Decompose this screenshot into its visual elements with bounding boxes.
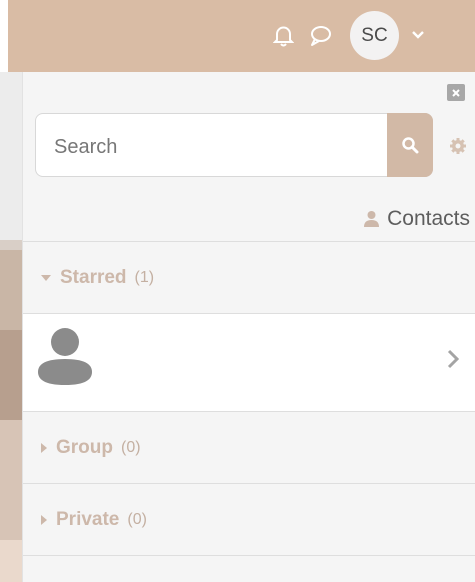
chevron-down-icon (412, 31, 424, 39)
section-group-count: (0) (121, 439, 141, 456)
contacts-label: Contacts (387, 207, 470, 230)
caret-right-icon (41, 443, 47, 453)
search-button[interactable] (387, 113, 433, 177)
section-group-toggle[interactable]: Group (0) (40, 436, 141, 460)
caret-right-icon (41, 515, 47, 525)
messages-button[interactable] (304, 19, 338, 53)
settings-button[interactable] (446, 134, 470, 158)
section-group-label: Group (56, 437, 113, 458)
open-conversation-button[interactable] (443, 345, 463, 373)
search-icon (402, 137, 419, 154)
close-icon (452, 88, 460, 97)
search-input[interactable] (52, 132, 356, 162)
page-background (0, 0, 22, 582)
contacts-link[interactable]: Contacts (363, 207, 470, 231)
user-avatar-icon (38, 328, 92, 385)
top-navbar: SC (8, 0, 475, 72)
bell-icon (272, 26, 294, 47)
section-starred-count: (1) (134, 269, 155, 286)
user-menu-toggle[interactable] (406, 22, 430, 46)
chat-icon (311, 26, 331, 46)
divider (23, 483, 475, 484)
section-starred-toggle[interactable]: Starred (1) (40, 266, 154, 290)
divider (23, 241, 475, 242)
close-drawer-button[interactable] (447, 84, 465, 101)
divider (23, 411, 475, 412)
search-box (35, 113, 433, 177)
divider (23, 555, 475, 556)
chevron-right-icon (447, 349, 459, 369)
user-avatar[interactable]: SC (350, 11, 399, 60)
caret-down-icon (41, 275, 51, 281)
gear-icon (450, 138, 466, 154)
notification-button[interactable] (266, 19, 300, 53)
section-starred-label: Starred (60, 267, 127, 288)
messaging-drawer: Contacts Starred (1) Group (0) (22, 72, 475, 582)
conversation-row[interactable] (23, 314, 475, 411)
section-private-toggle[interactable]: Private (0) (40, 508, 147, 532)
user-icon (364, 211, 380, 227)
section-private-label: Private (56, 509, 120, 530)
section-private-count: (0) (127, 511, 147, 528)
